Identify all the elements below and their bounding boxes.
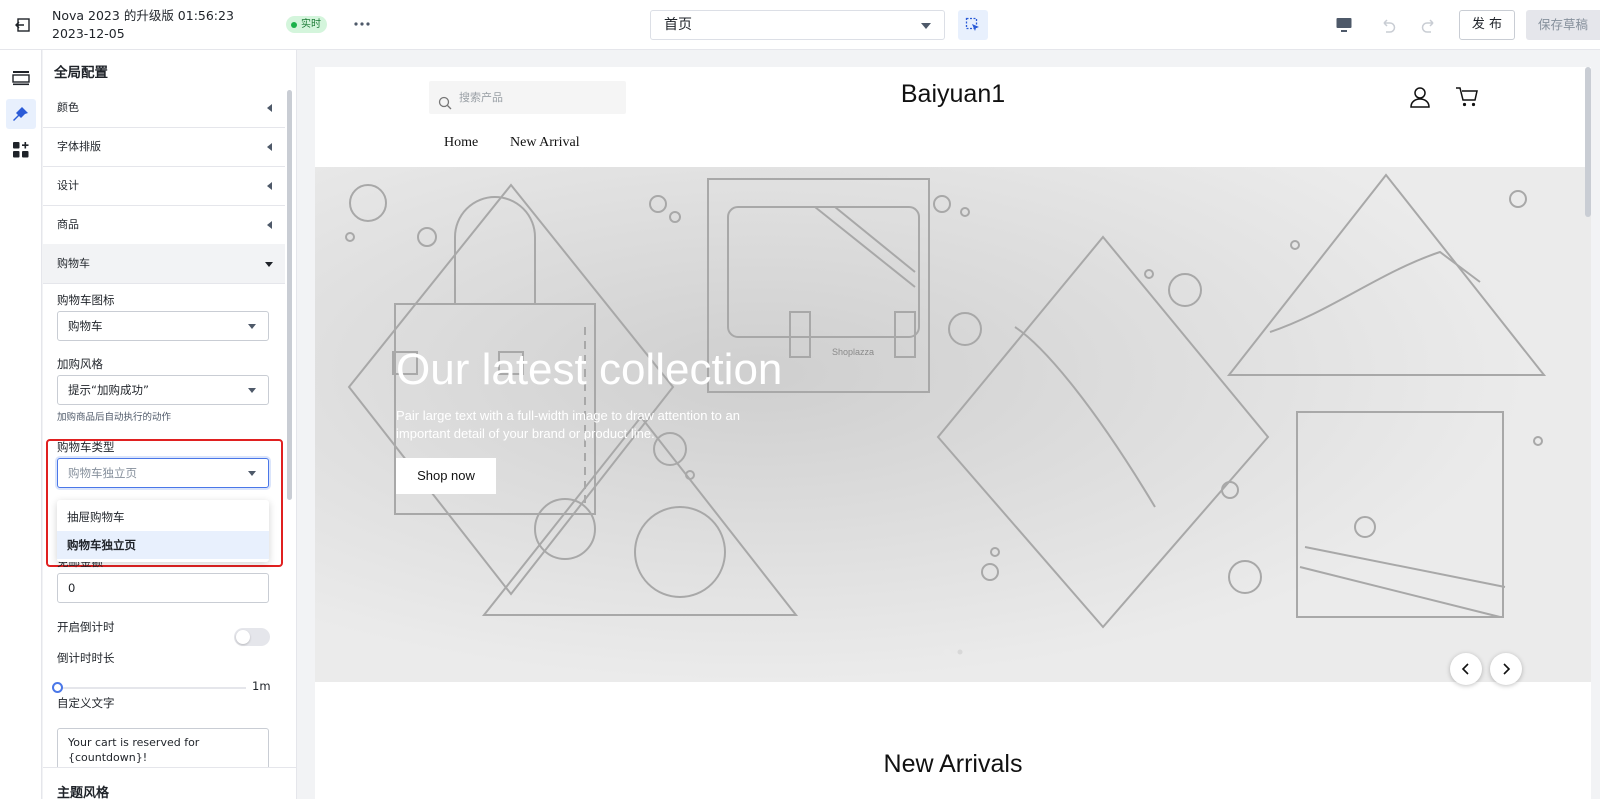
status-badge: 实时: [286, 16, 327, 33]
publish-button[interactable]: 发 布: [1459, 10, 1515, 40]
caret-left-icon: [267, 182, 272, 190]
section-label: 购物车: [57, 257, 90, 270]
apps-icon[interactable]: [6, 135, 36, 165]
countdown-toggle-label: 开启倒计时: [57, 620, 115, 634]
free-shipping-input[interactable]: 0: [57, 573, 269, 603]
caret-left-icon: [267, 143, 272, 151]
live-dot-icon: [291, 21, 297, 28]
hero-watermark: Shoplazza: [832, 347, 874, 357]
undo-icon[interactable]: [1375, 12, 1401, 38]
preview-scrollbar[interactable]: [1585, 67, 1591, 217]
toggle-knob: [236, 630, 250, 644]
section-label: 字体排版: [57, 140, 101, 153]
countdown-slider-thumb[interactable]: [52, 682, 63, 693]
countdown-duration-value: 1m: [252, 679, 271, 693]
countdown-toggle[interactable]: [234, 628, 270, 646]
page-select[interactable]: 首页: [650, 10, 945, 40]
account-icon[interactable]: [1409, 86, 1431, 112]
chevron-down-icon: [248, 388, 256, 393]
section-design[interactable]: 设计: [43, 166, 285, 206]
panel-title: 全局配置: [54, 65, 108, 81]
add-style-label: 加购风格: [57, 357, 103, 371]
cart-type-value: 购物车独立页: [68, 466, 137, 480]
section-colors[interactable]: 颜色: [43, 88, 285, 128]
hero-title: Our latest collection: [396, 345, 783, 394]
section-typography[interactable]: 字体排版: [43, 127, 285, 167]
caret-left-icon: [267, 221, 272, 229]
sections-icon[interactable]: [6, 63, 36, 93]
element-select-tool-icon[interactable]: [958, 10, 988, 40]
chevron-down-icon: [248, 324, 256, 329]
add-style-select[interactable]: 提示“加购成功”: [57, 375, 269, 405]
save-draft-button[interactable]: 保存草稿: [1526, 10, 1600, 40]
countdown-duration-label: 倒计时时长: [57, 651, 115, 665]
hero-subtitle: Pair large text with a full-width image …: [396, 408, 740, 441]
section-label: 颜色: [57, 101, 79, 114]
redo-icon[interactable]: [1416, 12, 1442, 38]
section-label: 商品: [57, 218, 79, 231]
option-cart-page[interactable]: 购物车独立页: [57, 531, 269, 559]
desktop-preview-icon[interactable]: [1331, 12, 1357, 38]
cart-icon-value: 购物车: [68, 319, 103, 333]
left-icon-bar: [0, 50, 42, 799]
section-cart[interactable]: 购物车: [43, 244, 285, 284]
panel-scrollbar[interactable]: [287, 90, 292, 500]
carousel-prev-icon[interactable]: [1450, 653, 1482, 685]
caret-down-icon: [265, 262, 273, 267]
chevron-down-icon: [921, 23, 931, 29]
exit-icon[interactable]: [12, 14, 34, 36]
nav-new-arrival[interactable]: New Arrival: [510, 135, 580, 151]
settings-panel: 全局配置 颜色 字体排版 设计 商品 购物车 购物车图标 购物车 加购风格 提示…: [43, 50, 297, 799]
new-arrivals-title: New Arrivals: [883, 750, 1023, 778]
cart-type-select[interactable]: 购物车独立页: [57, 458, 269, 488]
cart-icon-label: 购物车图标: [57, 293, 115, 307]
more-icon[interactable]: [351, 13, 373, 35]
add-style-help: 加购商品后自动执行的动作: [57, 412, 172, 423]
page-select-value: 首页: [664, 17, 692, 33]
theme-style-header[interactable]: 主题风格: [43, 767, 296, 799]
hero-banner: Shoplazza Our latest collection Pair lar…: [315, 167, 1591, 682]
cart-type-dropdown: 抽屉购物车 购物车独立页: [57, 500, 269, 562]
section-label: 设计: [57, 179, 79, 192]
option-drawer-cart[interactable]: 抽屉购物车: [57, 503, 269, 531]
custom-text-label: 自定义文字: [57, 696, 115, 710]
theme-title: Nova 2023 的升级版 01:56:23 2023-12-05: [52, 8, 234, 41]
cart-type-label: 购物车类型: [57, 440, 115, 454]
cart-icon-select[interactable]: 购物车: [57, 311, 269, 341]
shop-now-button[interactable]: Shop now: [396, 458, 496, 494]
top-bar: Nova 2023 的升级版 01:56:23 2023-12-05 实时 首页…: [0, 0, 1600, 50]
store-preview: 搜索产品 Baiyuan1 Home New Arrival Shoplazza…: [315, 67, 1591, 799]
section-products[interactable]: 商品: [43, 205, 285, 245]
add-style-value: 提示“加购成功”: [68, 383, 149, 397]
cart-icon[interactable]: [1455, 86, 1479, 112]
chevron-down-icon: [248, 471, 256, 476]
theme-settings-icon[interactable]: [6, 99, 36, 129]
countdown-slider-track[interactable]: [61, 687, 246, 689]
status-badge-label: 实时: [301, 19, 321, 30]
nav-home[interactable]: Home: [444, 135, 478, 151]
caret-left-icon: [267, 104, 272, 112]
carousel-next-icon[interactable]: [1490, 653, 1522, 685]
store-brand[interactable]: Baiyuan1: [315, 80, 1591, 109]
